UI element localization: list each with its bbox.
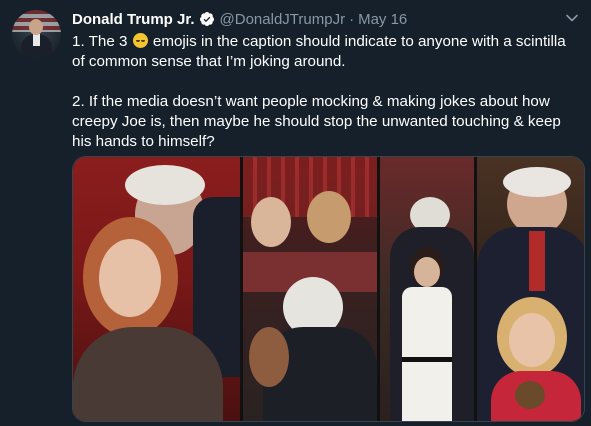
photo-shape (99, 239, 161, 317)
tweet-text: 1. The 3 emojis in the caption should in… (72, 32, 582, 152)
tweet-date[interactable]: May 16 (358, 11, 407, 28)
tweet-paragraph-1: 1. The 3 emojis in the caption should in… (72, 32, 582, 72)
photo-shape (249, 327, 289, 387)
photo-shape (515, 381, 545, 409)
tweet[interactable]: Donald Trump Jr. @DonaldJTrumpJr · May 1… (0, 0, 591, 426)
photo-shape (251, 197, 291, 247)
avatar-head (29, 19, 43, 35)
media-panel-4 (477, 157, 584, 421)
separator-dot: · (349, 10, 355, 28)
photo-shape (529, 231, 545, 291)
author-handle[interactable]: @DonaldJTrumpJr (220, 11, 346, 28)
photo-shape (402, 357, 452, 362)
avatar[interactable] (12, 10, 61, 59)
media-panel-3 (380, 157, 474, 421)
photo-shape (73, 327, 223, 421)
media-panel-2 (243, 157, 377, 421)
tweet-header: Donald Trump Jr. @DonaldJTrumpJr · May 1… (72, 9, 561, 29)
photo-shape (503, 167, 571, 197)
tweet-media-image[interactable] (72, 156, 585, 422)
photo-shape (307, 191, 351, 243)
photo-shape (402, 287, 452, 421)
media-panel-1 (73, 157, 240, 421)
photo-shape (125, 165, 205, 205)
author-name[interactable]: Donald Trump Jr. (72, 11, 195, 28)
photo-shape (414, 257, 440, 287)
verified-badge-icon (199, 11, 215, 27)
avatar-shirt (33, 34, 40, 46)
paragraph-1-start: 1. The 3 (72, 33, 132, 50)
tweet-paragraph-2: 2. If the media doesn’t want people mock… (72, 93, 561, 150)
chevron-down-icon[interactable] (565, 11, 579, 25)
rolling-laughing-emoji-icon (132, 33, 148, 48)
photo-shape (509, 313, 555, 367)
